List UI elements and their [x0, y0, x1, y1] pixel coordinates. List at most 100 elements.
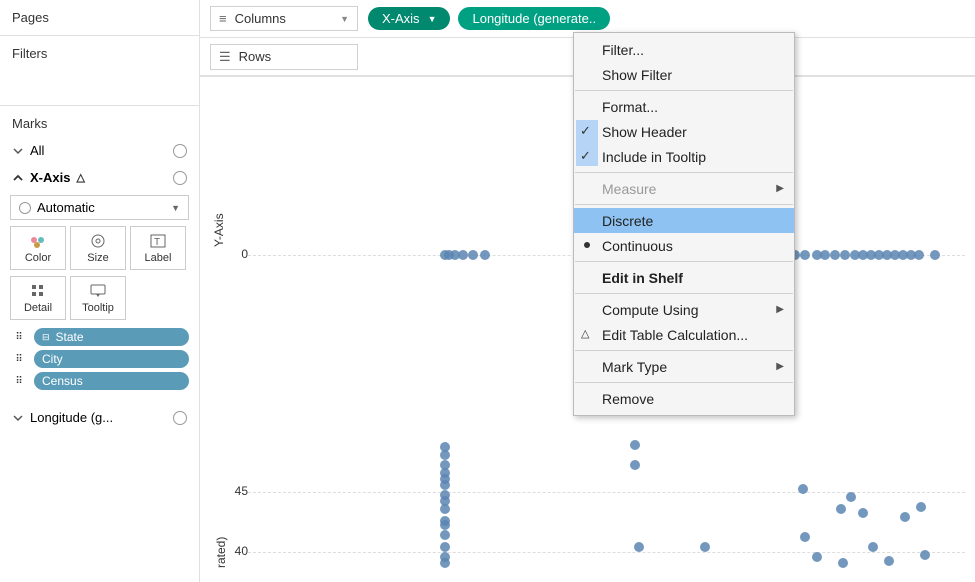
menu-filter[interactable]: Filter... [574, 37, 794, 62]
pill-city-label: City [42, 352, 63, 366]
mark-type-dropdown[interactable]: Automatic ▼ [10, 195, 189, 220]
pill-xaxis-label: X-Axis [382, 11, 420, 26]
size-card[interactable]: Size [70, 226, 126, 270]
data-point[interactable] [440, 530, 450, 540]
menu-show-header[interactable]: ✓Show Header [574, 119, 794, 144]
detail-card[interactable]: Detail [10, 276, 66, 320]
menu-show-filter[interactable]: Show Filter [574, 62, 794, 87]
menu-separator [575, 204, 793, 205]
pill-census[interactable]: Census [34, 372, 189, 390]
longitude-label: Longitude (g... [30, 410, 113, 425]
menu-separator [575, 382, 793, 383]
data-point[interactable] [868, 542, 878, 552]
data-point[interactable] [440, 558, 450, 568]
data-point[interactable] [630, 460, 640, 470]
pill-city[interactable]: City [34, 350, 189, 368]
filters-panel: Filters [0, 36, 199, 106]
columns-shelf-label: ≡ Columns ▼ [210, 6, 358, 31]
delta-icon: △ [581, 327, 589, 340]
circle-icon [173, 144, 187, 158]
data-point[interactable] [836, 504, 846, 514]
minus-icon: ⊟ [42, 332, 50, 343]
data-point[interactable] [800, 532, 810, 542]
data-point[interactable] [830, 250, 840, 260]
data-point[interactable] [440, 504, 450, 514]
columns-icon: ≡ [219, 11, 227, 26]
caret-down-icon: ▼ [171, 203, 180, 213]
data-point[interactable] [920, 550, 930, 560]
label-card[interactable]: T Label [130, 226, 186, 270]
pill-longitude[interactable]: Longitude (generate.. [458, 7, 610, 30]
data-point[interactable] [820, 250, 830, 260]
marks-longitude-expander[interactable]: Longitude (g... [10, 404, 189, 431]
data-point[interactable] [884, 556, 894, 566]
marks-all-expander[interactable]: All [10, 137, 189, 164]
submenu-arrow-icon: ▶ [776, 304, 784, 315]
data-point[interactable] [900, 512, 910, 522]
menu-format[interactable]: Format... [574, 94, 794, 119]
y-axis-ticks: 04540 [210, 77, 248, 582]
data-point[interactable] [440, 542, 450, 552]
menu-edit-shelf[interactable]: Edit in Shelf [574, 265, 794, 290]
menu-edit-calc[interactable]: △Edit Table Calculation... [574, 322, 794, 347]
menu-separator [575, 172, 793, 173]
pill-census-label: Census [42, 374, 83, 388]
detail-pills: ⠿ ⊟State ⠿ City ⠿ Census [10, 328, 189, 390]
data-point[interactable] [700, 542, 710, 552]
xaxis-label: X-Axis [30, 170, 70, 185]
menu-compute-using[interactable]: Compute Using▶ [574, 297, 794, 322]
circle-icon [173, 171, 187, 185]
data-point[interactable] [930, 250, 940, 260]
data-point[interactable] [858, 508, 868, 518]
tooltip-icon [90, 282, 106, 300]
filters-title: Filters [12, 46, 187, 61]
color-icon [29, 232, 47, 250]
size-label: Size [87, 252, 108, 264]
mark-cards-row1: Color Size T Label [10, 226, 189, 270]
data-point[interactable] [458, 250, 468, 260]
tooltip-label: Tooltip [82, 302, 114, 314]
menu-measure: Measure▶ [574, 176, 794, 201]
data-point[interactable] [800, 250, 810, 260]
data-point[interactable] [440, 520, 450, 530]
data-point[interactable] [480, 250, 490, 260]
data-point[interactable] [812, 552, 822, 562]
tick-label: 0 [212, 247, 248, 261]
data-point[interactable] [468, 250, 478, 260]
tick-label: 45 [212, 484, 248, 498]
pages-panel: Pages [0, 0, 199, 36]
caret-down-icon: ▼ [428, 14, 437, 24]
data-point[interactable] [798, 484, 808, 494]
context-menu: Filter... Show Filter Format... ✓Show He… [573, 32, 795, 416]
menu-remove[interactable]: Remove [574, 386, 794, 411]
detail-label: Detail [24, 302, 52, 314]
data-point[interactable] [838, 558, 848, 568]
menu-include-tooltip[interactable]: ✓Include in Tooltip [574, 144, 794, 169]
marks-xaxis-expander[interactable]: X-Axis △ [10, 164, 189, 191]
data-point[interactable] [634, 542, 644, 552]
color-card[interactable]: Color [10, 226, 66, 270]
data-point[interactable] [840, 250, 850, 260]
mark-cards-row2: Detail Tooltip [10, 276, 189, 320]
menu-separator [575, 293, 793, 294]
menu-discrete[interactable]: Discrete [574, 208, 794, 233]
chevron-down-icon [12, 412, 24, 424]
tooltip-card[interactable]: Tooltip [70, 276, 126, 320]
data-point[interactable] [630, 440, 640, 450]
pill-state-label: State [56, 330, 84, 344]
circle-icon [19, 202, 31, 214]
menu-continuous[interactable]: Continuous [574, 233, 794, 258]
data-point[interactable] [440, 450, 450, 460]
menu-separator [575, 261, 793, 262]
pill-xaxis[interactable]: X-Axis ▼ [368, 7, 450, 30]
menu-separator [575, 90, 793, 91]
menu-mark-type[interactable]: Mark Type▶ [574, 354, 794, 379]
circle-icon [173, 411, 187, 425]
submenu-arrow-icon: ▶ [776, 361, 784, 372]
data-point[interactable] [846, 492, 856, 502]
data-point[interactable] [440, 480, 450, 490]
data-point[interactable] [916, 502, 926, 512]
data-point[interactable] [914, 250, 924, 260]
pill-state[interactable]: ⊟ State [34, 328, 189, 346]
label-icon: T [150, 232, 166, 250]
